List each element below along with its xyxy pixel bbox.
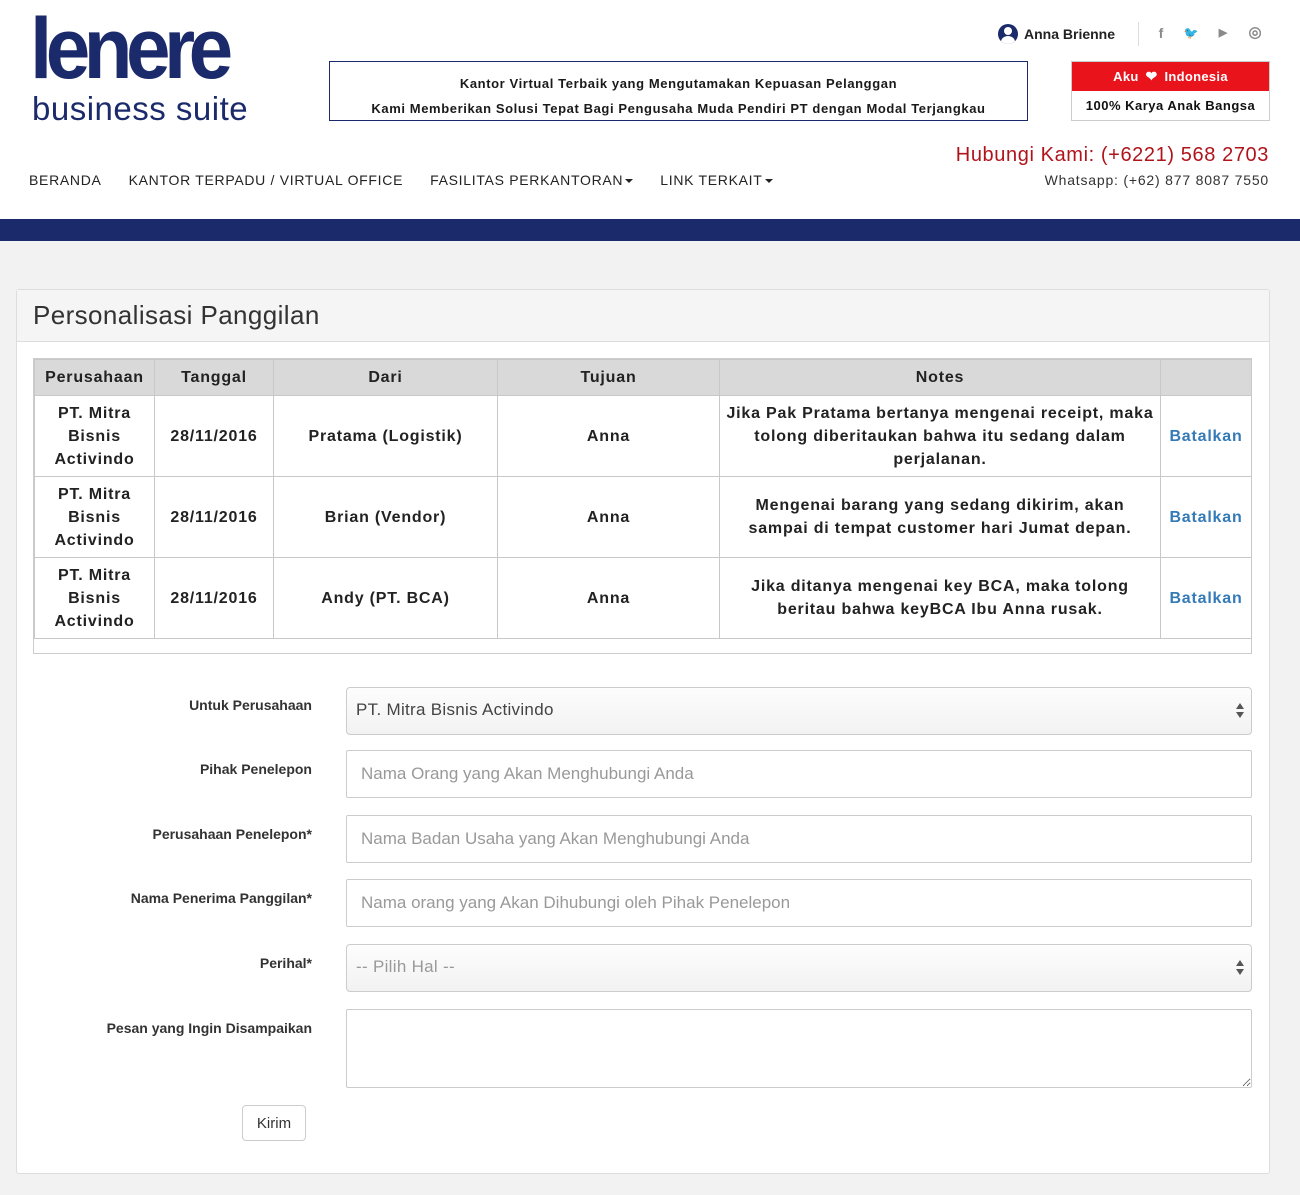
cell-perusahaan: PT. Mitra Bisnis Activindo: [34, 557, 155, 639]
calls-table: Perusahaan Tanggal Dari Tujuan Notes PT.…: [34, 359, 1252, 639]
badge-top: Aku ❤ Indonesia: [1072, 62, 1269, 91]
caller-label: Pihak Penelepon: [199, 761, 312, 777]
cell-tujuan: Anna: [497, 476, 720, 558]
subject-select-value: -- Pilih Hal --: [356, 957, 455, 976]
cell-dari: Andy (PT. BCA): [273, 557, 498, 639]
calls-table-wrapper: Perusahaan Tanggal Dari Tujuan Notes PT.…: [33, 358, 1252, 654]
recipient-input[interactable]: [346, 879, 1252, 927]
contact-phone: Hubungi Kami: (+6221) 568 2703: [955, 144, 1269, 166]
tagline-line-1: Kantor Virtual Terbaik yang Mengutamakan…: [459, 76, 898, 91]
nav-item-fasilitas[interactable]: FASILITAS PERKANTORAN: [430, 172, 634, 188]
cancel-link[interactable]: Batalkan: [1160, 395, 1252, 477]
facebook-icon[interactable]: f: [1152, 24, 1170, 42]
badge-text-aku: Aku: [1113, 69, 1139, 84]
twitter-icon[interactable]: 🐦: [1182, 24, 1200, 42]
chevron-down-icon: [764, 179, 773, 184]
chevron-down-icon: [625, 179, 634, 184]
cell-tanggal: 28/11/2016: [154, 476, 274, 558]
nav-label: KANTOR TERPADU / VIRTUAL OFFICE: [128, 172, 404, 188]
cell-notes: Mengenai barang yang sedang dikirim, aka…: [719, 476, 1161, 558]
select-arrows-icon: [1235, 957, 1245, 979]
tagline-box: Kantor Virtual Terbaik yang Mengutamakan…: [329, 61, 1028, 121]
message-textarea[interactable]: [346, 1009, 1252, 1088]
subject-select[interactable]: -- Pilih Hal --: [346, 944, 1252, 992]
panel-title: Personalisasi Panggilan: [17, 290, 1269, 342]
cell-dari: Brian (Vendor): [273, 476, 498, 558]
table-header-row: Perusahaan Tanggal Dari Tujuan Notes: [34, 359, 1252, 396]
column-header-action: [1160, 359, 1252, 396]
cell-perusahaan: PT. Mitra Bisnis Activindo: [34, 395, 155, 477]
nav-label: LINK TERKAIT: [660, 172, 763, 188]
subject-label: Perihal*: [259, 955, 312, 971]
heart-icon: ❤: [1145, 68, 1158, 84]
cell-tanggal: 28/11/2016: [154, 557, 274, 639]
column-header-tanggal: Tanggal: [154, 359, 274, 396]
table-row: PT. Mitra Bisnis Activindo 28/11/2016 An…: [34, 557, 1252, 639]
cell-dari: Pratama (Logistik): [273, 395, 498, 477]
cell-tujuan: Anna: [497, 395, 720, 477]
caller-input[interactable]: [346, 750, 1252, 798]
nav-item-virtual-office[interactable]: KANTOR TERPADU / VIRTUAL OFFICE: [129, 172, 404, 188]
badge-text-indonesia: Indonesia: [1164, 69, 1228, 84]
instagram-icon[interactable]: ◎: [1246, 24, 1264, 42]
header-bar: [0, 219, 1300, 241]
user-name: Anna Brienne: [1024, 26, 1116, 42]
cancel-link[interactable]: Batalkan: [1160, 557, 1252, 639]
cell-notes: Jika ditanya mengenai key BCA, maka tolo…: [719, 557, 1161, 639]
call-personalization-panel: Personalisasi Panggilan Perusahaan Tangg…: [16, 289, 1270, 1174]
company-label: Untuk Perusahaan: [189, 697, 312, 713]
contact-whatsapp: Whatsapp: (+62) 877 8087 7550: [1044, 172, 1269, 188]
header-divider: [1138, 22, 1139, 46]
cell-perusahaan: PT. Mitra Bisnis Activindo: [34, 476, 155, 558]
logo-subtitle: business suite: [32, 90, 249, 127]
youtube-icon[interactable]: ▶: [1214, 24, 1232, 42]
column-header-perusahaan: Perusahaan: [34, 359, 155, 396]
company-select-value: PT. Mitra Bisnis Activindo: [356, 700, 554, 719]
select-arrows-icon: [1235, 700, 1245, 722]
nav-item-beranda[interactable]: BERANDA: [29, 172, 102, 188]
caller-company-label: Perusahaan Penelepon*: [152, 826, 312, 842]
cell-tanggal: 28/11/2016: [154, 395, 274, 477]
column-header-tujuan: Tujuan: [497, 359, 720, 396]
badge-bottom: 100% Karya Anak Bangsa: [1085, 98, 1256, 113]
indonesia-badge: Aku ❤ Indonesia 100% Karya Anak Bangsa: [1071, 61, 1270, 121]
message-label: Pesan yang Ingin Disampaikan: [106, 1020, 312, 1036]
nav-label: FASILITAS PERKANTORAN: [430, 172, 624, 188]
user-menu[interactable]: Anna Brienne: [998, 23, 1115, 45]
main-nav: BERANDA KANTOR TERPADU / VIRTUAL OFFICE …: [29, 172, 800, 188]
site-header: lenere business suite Kantor Virtual Ter…: [0, 0, 1300, 219]
table-row: PT. Mitra Bisnis Activindo 28/11/2016 Pr…: [34, 395, 1252, 477]
tagline-line-2: Kami Memberikan Solusi Tepat Bagi Pengus…: [371, 101, 986, 116]
site-logo[interactable]: lenere business suite: [30, 6, 255, 130]
logo-wordmark: lenere: [30, 1, 233, 97]
recipient-label: Nama Penerima Panggilan*: [130, 890, 312, 906]
column-header-dari: Dari: [273, 359, 498, 396]
caller-company-input[interactable]: [346, 815, 1252, 863]
nav-label: BERANDA: [29, 172, 102, 188]
user-avatar-icon: [998, 24, 1018, 44]
cancel-link[interactable]: Batalkan: [1160, 476, 1252, 558]
nav-item-link-terkait[interactable]: LINK TERKAIT: [660, 172, 773, 188]
cell-notes: Jika Pak Pratama bertanya mengenai recei…: [719, 395, 1161, 477]
cell-tujuan: Anna: [497, 557, 720, 639]
table-row: PT. Mitra Bisnis Activindo 28/11/2016 Br…: [34, 476, 1252, 558]
submit-button[interactable]: Kirim: [242, 1105, 306, 1141]
company-select[interactable]: PT. Mitra Bisnis Activindo: [346, 687, 1252, 735]
column-header-notes: Notes: [719, 359, 1161, 396]
